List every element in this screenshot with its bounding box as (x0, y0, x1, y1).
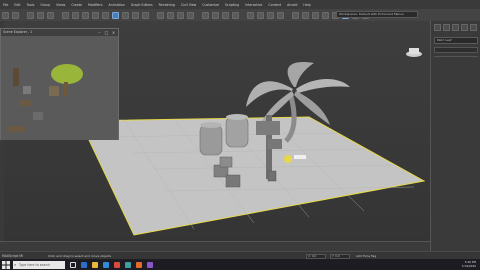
modify-tab-icon[interactable] (443, 24, 450, 31)
close-icon[interactable]: × (111, 30, 116, 35)
taskbar-clock[interactable]: 5:46 PM 7/19/2020 (462, 260, 476, 268)
viewcube-icon[interactable] (406, 48, 422, 57)
menu-bar: File Edit Tools Group Views Create Modif… (0, 0, 480, 9)
modifier-stack[interactable] (434, 56, 478, 116)
graphite-toggle-icon[interactable] (302, 11, 309, 19)
mirror-icon[interactable] (267, 11, 274, 19)
workspace-dropdown[interactable]: Workspaces: Default with Enhanced Menus (336, 11, 418, 18)
menu-modifiers[interactable]: Modifiers (85, 3, 106, 7)
keyboard-shortcut-icon[interactable] (187, 11, 194, 19)
unlink-icon[interactable] (37, 11, 44, 19)
menu-customize[interactable]: Customize (199, 3, 222, 7)
taskbar-search-input[interactable]: ⌕ Type here to search (13, 260, 65, 269)
menu-create[interactable]: Create (68, 3, 85, 7)
align-icon[interactable] (277, 11, 284, 19)
scale-icon[interactable] (132, 11, 139, 19)
link-icon[interactable] (27, 11, 34, 19)
undo-icon[interactable] (2, 11, 9, 19)
time-slider[interactable] (0, 241, 430, 251)
menu-civil-view[interactable]: Civil View (178, 3, 199, 7)
display-tab-icon[interactable] (470, 24, 477, 31)
task-view-icon[interactable] (70, 261, 76, 268)
rect-selection-icon[interactable] (92, 11, 99, 19)
object-name-field[interactable]: Palm Leaf (434, 37, 478, 44)
snaps-toggle-icon[interactable] (202, 11, 209, 19)
window-crossing-icon[interactable] (102, 11, 109, 19)
menu-content[interactable]: Content (265, 3, 284, 7)
minimize-icon[interactable]: – (97, 30, 102, 35)
3ds-max-icon[interactable] (125, 261, 131, 268)
curve-editor-icon[interactable] (312, 11, 319, 19)
create-tab-icon[interactable] (434, 24, 441, 31)
search-icon: ⌕ (14, 261, 17, 267)
named-selection-icon[interactable] (257, 11, 264, 19)
palm-tree-preview (51, 64, 83, 84)
scene-explorer-panel: Scene Explorer - 1 – □ × (0, 28, 119, 140)
menu-rendering[interactable]: Rendering (156, 3, 178, 7)
maximize-icon[interactable]: □ (104, 30, 109, 35)
menu-graph-editors[interactable]: Graph Editors (128, 3, 156, 7)
asset-preview (1, 36, 118, 140)
schematic-view-icon[interactable] (322, 11, 329, 19)
barrel-1[interactable] (199, 122, 223, 156)
select-manipulate-icon[interactable] (177, 11, 184, 19)
select-object-icon[interactable] (72, 11, 79, 19)
move-icon[interactable] (112, 11, 119, 19)
windows-taskbar: ⌕ Type here to search 5:46 PM 7/19/2020 (0, 259, 480, 270)
search-placeholder: Type here to search (19, 262, 51, 267)
modifier-list-dropdown[interactable] (434, 47, 478, 53)
motion-tab-icon[interactable] (461, 24, 468, 31)
selection-filter-icon[interactable] (62, 11, 69, 19)
app-icon-red[interactable] (114, 261, 120, 268)
menu-scripting[interactable]: Scripting (222, 3, 242, 7)
menu-help[interactable]: Help (300, 3, 313, 7)
percent-snap-icon[interactable] (222, 11, 229, 19)
object-tooltip (294, 155, 306, 159)
hierarchy-tab-icon[interactable] (452, 24, 459, 31)
reference-coord-icon[interactable] (157, 11, 164, 19)
spinner-snap-icon[interactable] (232, 11, 239, 19)
angle-snap-icon[interactable] (212, 11, 219, 19)
pivot-center-icon[interactable] (167, 11, 174, 19)
layer-explorer-icon[interactable] (292, 11, 299, 19)
menu-group[interactable]: Group (37, 3, 53, 7)
menu-edit[interactable]: Edit (11, 3, 23, 7)
bind-space-warp-icon[interactable] (47, 11, 54, 19)
store-icon[interactable] (103, 261, 109, 268)
status-bar: MAXScript Mi Click and drag to select an… (0, 251, 480, 259)
file-explorer-icon[interactable] (92, 261, 98, 268)
menu-file[interactable]: File (0, 3, 11, 7)
menu-animation[interactable]: Animation (106, 3, 128, 7)
menu-arnold[interactable]: Arnold (284, 3, 300, 7)
menu-views[interactable]: Views (53, 3, 68, 7)
placement-icon[interactable] (142, 11, 149, 19)
menu-interactive[interactable]: Interactive (242, 3, 265, 7)
select-by-name-icon[interactable] (82, 11, 89, 19)
clock-date: 7/19/2020 (461, 264, 476, 268)
edit-named-sets-icon[interactable] (247, 11, 254, 19)
app-icon-orange[interactable] (136, 261, 142, 268)
rotate-icon[interactable] (122, 11, 129, 19)
windows-start-icon[interactable] (2, 260, 10, 269)
barrel-2[interactable] (225, 114, 249, 148)
edge-icon[interactable] (81, 261, 87, 268)
menu-tools[interactable]: Tools (24, 3, 38, 7)
command-panel: Palm Leaf (430, 21, 480, 251)
app-window: File Edit Tools Group Views Create Modif… (0, 0, 480, 270)
redo-icon[interactable] (12, 11, 19, 19)
move-gizmo (284, 155, 292, 163)
app-icon-purple[interactable] (147, 261, 153, 268)
crate-preview (49, 86, 59, 96)
